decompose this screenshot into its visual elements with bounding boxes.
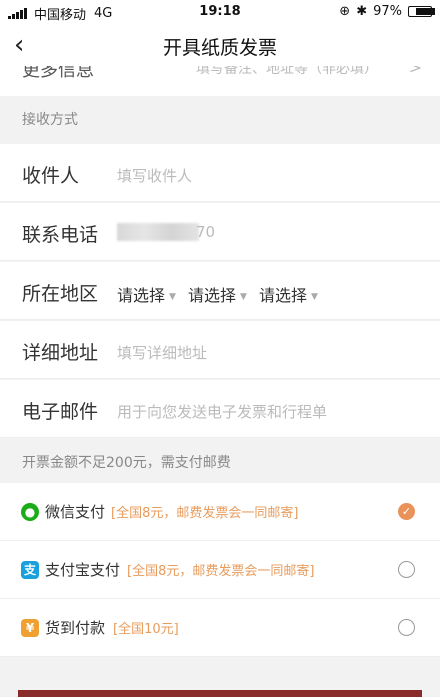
postage-notice: 开票金额不足200元，需支付邮费 [22, 455, 231, 471]
wechat-pay-option[interactable]: ● 微信支付 [全国8元，邮费发票会一同邮寄] ✓ [0, 483, 440, 541]
city-select[interactable]: 请选择 ▼ [188, 282, 247, 306]
caret-down-icon: ▼ [240, 291, 247, 302]
page-title: 开具纸质发票 [162, 37, 277, 59]
cash-on-delivery-note: [全国10元] [113, 622, 179, 637]
more-info-hint: 填写备注、地址等（非必填） [196, 66, 378, 77]
alipay-icon: 支 [21, 561, 39, 579]
email-row[interactable]: 电子邮件 用于向您发送电子发票和行程单 [0, 380, 440, 438]
nav-bar: ‹ 开具纸质发票 [0, 24, 440, 66]
status-bar: 中国移动 4G 19:18 ⊕ ✱ 97% [0, 0, 440, 24]
alipay-radio[interactable] [398, 561, 415, 578]
cash-on-delivery-icon: ¥ [21, 619, 39, 637]
more-info-label: 更多信息 [22, 66, 94, 81]
alipay-label: 支付宝支付 [45, 561, 121, 579]
phone-row[interactable]: 联系电话 70 [0, 203, 440, 261]
receive-section-header: 接收方式 [0, 96, 440, 140]
chevron-right-icon: > [408, 66, 422, 77]
phone-label: 联系电话 [22, 224, 99, 246]
email-input[interactable]: 用于向您发送电子发票和行程单 [117, 401, 327, 422]
wechat-pay-icon: ● [21, 503, 39, 521]
battery-icon [408, 6, 436, 17]
orientation-lock-icon: ⊕ [339, 4, 351, 19]
wechat-pay-note: [全国8元，邮费发票会一同邮寄] [111, 506, 299, 521]
cash-on-delivery-option[interactable]: ¥ 货到付款 [全国10元] [0, 599, 440, 657]
phone-number-blurred [117, 223, 199, 241]
recipient-input[interactable]: 填写收件人 [117, 165, 192, 186]
caret-down-icon: ▼ [311, 291, 318, 302]
phone-input[interactable]: 70 [196, 223, 215, 241]
payment-section-header: 开票金额不足200元，需支付邮费 [0, 439, 440, 483]
district-select[interactable]: 请选择 ▼ [259, 282, 318, 306]
status-right: ⊕ ✱ 97% [333, 4, 436, 19]
region-label: 所在地区 [22, 283, 99, 305]
province-select[interactable]: 请选择 ▼ [117, 282, 176, 306]
receive-section-title: 接收方式 [22, 112, 78, 128]
alipay-note: [全国8元，邮费发票会一同邮寄] [127, 564, 315, 579]
cash-on-delivery-radio[interactable] [398, 619, 415, 636]
recipient-label: 收件人 [22, 165, 80, 187]
recipient-row[interactable]: 收件人 填写收件人 [0, 144, 440, 202]
address-input[interactable]: 填写详细地址 [117, 342, 207, 363]
more-info-row[interactable]: 更多信息 填写备注、地址等（非必填） > [0, 66, 440, 96]
region-row: 所在地区 请选择 ▼ 请选择 ▼ 请选择 ▼ [0, 262, 440, 320]
caret-down-icon: ▼ [169, 291, 176, 302]
battery-fill [416, 8, 436, 15]
wechat-pay-label: 微信支付 [45, 503, 106, 521]
address-row[interactable]: 详细地址 填写详细地址 [0, 321, 440, 379]
submit-button-edge[interactable] [18, 690, 422, 697]
email-label: 电子邮件 [22, 401, 99, 423]
address-label: 详细地址 [22, 342, 99, 364]
cash-on-delivery-label: 货到付款 [45, 619, 106, 637]
alipay-option[interactable]: 支 支付宝支付 [全国8元，邮费发票会一同邮寄] [0, 541, 440, 599]
bluetooth-icon: ✱ [356, 4, 368, 19]
battery-percent: 97% [373, 4, 402, 19]
wechat-pay-radio[interactable]: ✓ [398, 503, 415, 520]
